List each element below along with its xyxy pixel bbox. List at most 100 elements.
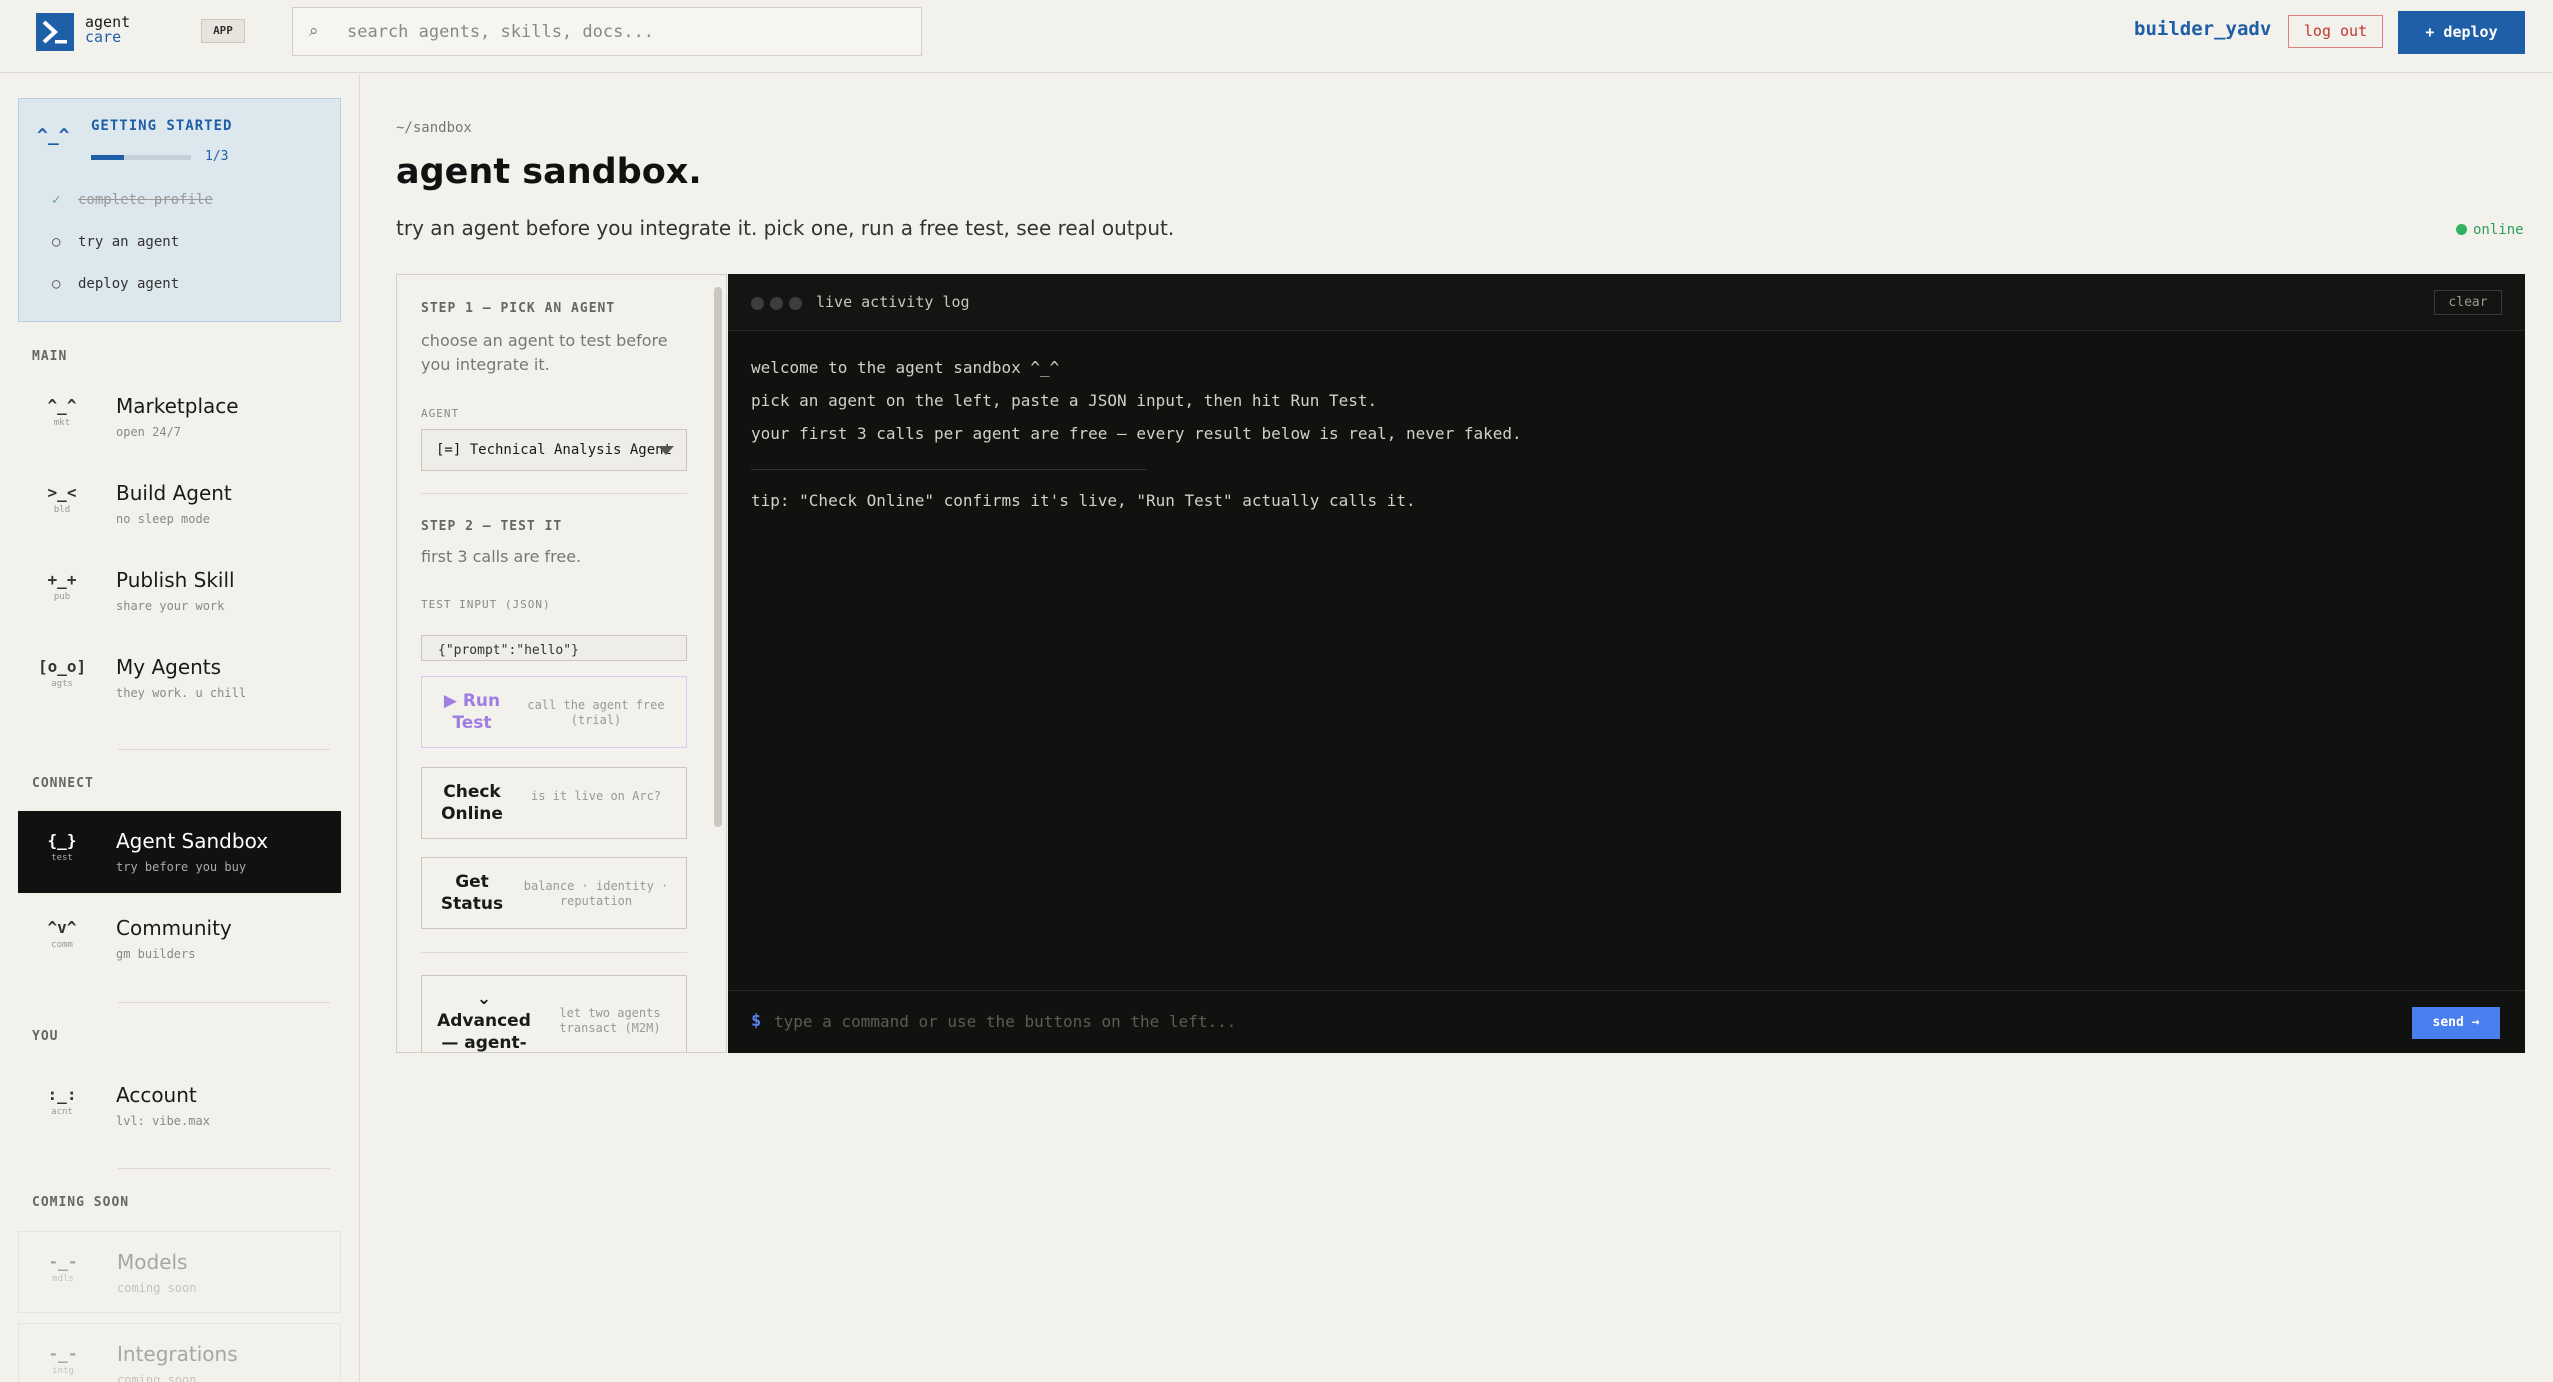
terminal-command-bar: $ type a command or use the buttons on t… <box>728 990 2525 1053</box>
sidebar-divider <box>118 749 330 750</box>
checklist-item-try-agent[interactable]: ○ try an agent <box>52 234 179 250</box>
checklist-item-complete-profile[interactable]: ✓ complete profile <box>52 192 213 208</box>
command-input[interactable]: type a command or use the buttons on the… <box>774 1012 1236 1031</box>
logout-button[interactable]: log out <box>2288 15 2383 48</box>
chevron-down-icon <box>658 446 674 455</box>
test-input-field[interactable]: {"prompt":"hello"} <box>421 635 687 661</box>
getting-started-card: ^_^ GETTING STARTED 1/3 ✓ complete profil… <box>18 98 341 322</box>
sidebar-item-sub: lvl: vibe.max <box>116 1114 210 1128</box>
sidebar-item-label: Account <box>116 1083 197 1107</box>
marketplace-icon: ^_^ <box>47 396 77 415</box>
sidebar-item-sub: coming soon <box>117 1281 197 1295</box>
window-dot-icon <box>751 297 764 310</box>
publish-skill-icon-caption: pub <box>53 592 71 602</box>
clear-log-button[interactable]: clear <box>2434 290 2502 315</box>
agent-select-value: [=] Technical Analysis Agent <box>436 442 673 458</box>
sidebar-item-sub: coming soon <box>117 1373 197 1382</box>
get-status-button[interactable]: Get Status balance · identity · reputati… <box>421 857 687 929</box>
panel-divider <box>421 493 687 494</box>
terminal-header: live activity log clear <box>728 274 2525 331</box>
circle-icon: ○ <box>52 276 61 292</box>
run-test-button[interactable]: ▶ Run Test call the agent free (trial) <box>421 676 687 748</box>
models-icon-caption: mdls <box>52 1274 74 1284</box>
sidebar: ^_^ GETTING STARTED 1/3 ✓ complete profil… <box>0 74 360 1382</box>
check-online-button[interactable]: Check Online is it live on Arc? <box>421 767 687 839</box>
log-line: your first 3 calls per agent are free — … <box>751 424 1522 443</box>
my-agents-icon-caption: agts <box>51 679 73 689</box>
sidebar-item-label: Community <box>116 916 232 940</box>
sidebar-item-publish-skill[interactable]: +_+ pub Publish Skill share your work <box>18 550 341 632</box>
log-line: welcome to the agent sandbox ^_^ <box>751 358 1060 377</box>
step-2-title: STEP 2 — TEST IT <box>421 519 563 534</box>
panel-scrollbar[interactable] <box>714 287 722 827</box>
sidebar-item-sub: share your work <box>116 599 225 613</box>
sidebar-item-label: Agent Sandbox <box>116 829 269 853</box>
agent-sandbox-icon-caption: test <box>51 853 73 863</box>
run-test-desc: call the agent free (trial) <box>527 698 665 727</box>
checklist-label: deploy agent <box>78 276 180 292</box>
logo-text: agent care <box>85 15 130 45</box>
get-status-desc: balance · identity · reputation <box>523 879 669 908</box>
getting-started-title: GETTING STARTED <box>91 118 233 134</box>
sidebar-item-build-agent[interactable]: >_< bld Build Agent no sleep mode <box>18 463 341 545</box>
log-line: pick an agent on the left, paste a JSON … <box>751 391 1378 410</box>
check-icon: ✓ <box>52 192 61 208</box>
agent-label: AGENT <box>421 407 460 420</box>
sidebar-item-agent-sandbox[interactable]: {_} test Agent Sandbox try before you bu… <box>18 811 341 893</box>
search-input[interactable]: ⌕ search agents, skills, docs... <box>292 7 922 56</box>
page-title: agent sandbox. <box>396 152 702 192</box>
sidebar-item-my-agents[interactable]: [o_o] agts My Agents they work. u chill <box>18 637 341 719</box>
agent-select[interactable]: [=] Technical Analysis Agent <box>421 429 687 471</box>
window-dot-icon <box>789 297 802 310</box>
sidebar-item-label: Integrations <box>117 1342 238 1366</box>
step-2-help: first 3 calls are free. <box>421 547 582 566</box>
my-agents-icon: [o_o] <box>38 657 87 676</box>
checklist-item-deploy-agent[interactable]: ○ deploy agent <box>52 276 179 292</box>
integrations-icon: -_- <box>48 1344 78 1363</box>
logo-icon[interactable] <box>36 13 74 51</box>
sidebar-item-community[interactable]: ^v^ comm Community gm builders <box>18 898 341 980</box>
online-dot-icon <box>2456 224 2467 235</box>
username-link[interactable]: builder_yadv <box>2134 18 2271 40</box>
sidebar-item-sub: gm builders <box>116 947 196 961</box>
app-badge: APP <box>201 19 245 43</box>
section-label-you: YOU <box>32 1029 59 1044</box>
community-icon: ^v^ <box>47 918 77 937</box>
step-1-help: choose an agent to test before you integ… <box>421 331 668 374</box>
sidebar-item-sub: they work. u chill <box>116 686 247 700</box>
send-button[interactable]: send → <box>2412 1007 2500 1039</box>
sidebar-item-label: Publish Skill <box>116 568 235 592</box>
advanced-label: ⌄ Advanced — agent-to-agent <box>437 989 531 1053</box>
log-separator <box>751 469 1147 470</box>
build-agent-icon: >_< <box>47 483 77 502</box>
getting-started-progress-count: 1/3 <box>205 149 229 164</box>
sidebar-item-marketplace[interactable]: ^_^ mkt Marketplace open 24/7 <box>18 376 341 458</box>
run-test-label: ▶ Run Test <box>443 691 501 733</box>
sidebar-divider <box>118 1002 330 1003</box>
build-agent-icon-caption: bld <box>53 505 71 515</box>
sidebar-item-sub: no sleep mode <box>116 512 210 526</box>
sidebar-item-sub: try before you buy <box>116 860 247 874</box>
sidebar-item-sub: open 24/7 <box>116 425 182 439</box>
models-icon: -_- <box>48 1252 78 1271</box>
advanced-desc: let two agents transact (M2M) <box>559 1006 661 1035</box>
logo-line-2: care <box>85 28 122 46</box>
sidebar-item-models: -_- mdls Models coming soon <box>18 1231 341 1313</box>
account-icon-caption: acnt <box>51 1107 73 1117</box>
control-panel: STEP 1 — PICK AN AGENT choose an agent t… <box>396 274 727 1053</box>
prompt-symbol: $ <box>751 1011 762 1031</box>
account-icon: :_: <box>47 1085 77 1104</box>
advanced-agent-to-agent-toggle[interactable]: ⌄ Advanced — agent-to-agent let two agen… <box>421 975 687 1053</box>
sidebar-item-account[interactable]: :_: acnt Account lvl: vibe.max <box>18 1065 341 1147</box>
activity-log-terminal: live activity log clear welcome to the a… <box>728 274 2525 1053</box>
checklist-label: try an agent <box>78 234 180 250</box>
sidebar-divider <box>118 1168 330 1169</box>
circle-icon: ○ <box>52 234 61 250</box>
integrations-icon-caption: intg <box>52 1366 74 1376</box>
terminal-title: live activity log <box>816 293 970 311</box>
top-bar: agent care APP ⌕ search agents, skills, … <box>0 0 2553 73</box>
search-icon: ⌕ <box>309 21 319 41</box>
marketplace-icon-caption: mkt <box>53 418 71 428</box>
breadcrumb: ~/sandbox <box>396 120 472 136</box>
deploy-button[interactable]: + deploy <box>2398 11 2525 54</box>
